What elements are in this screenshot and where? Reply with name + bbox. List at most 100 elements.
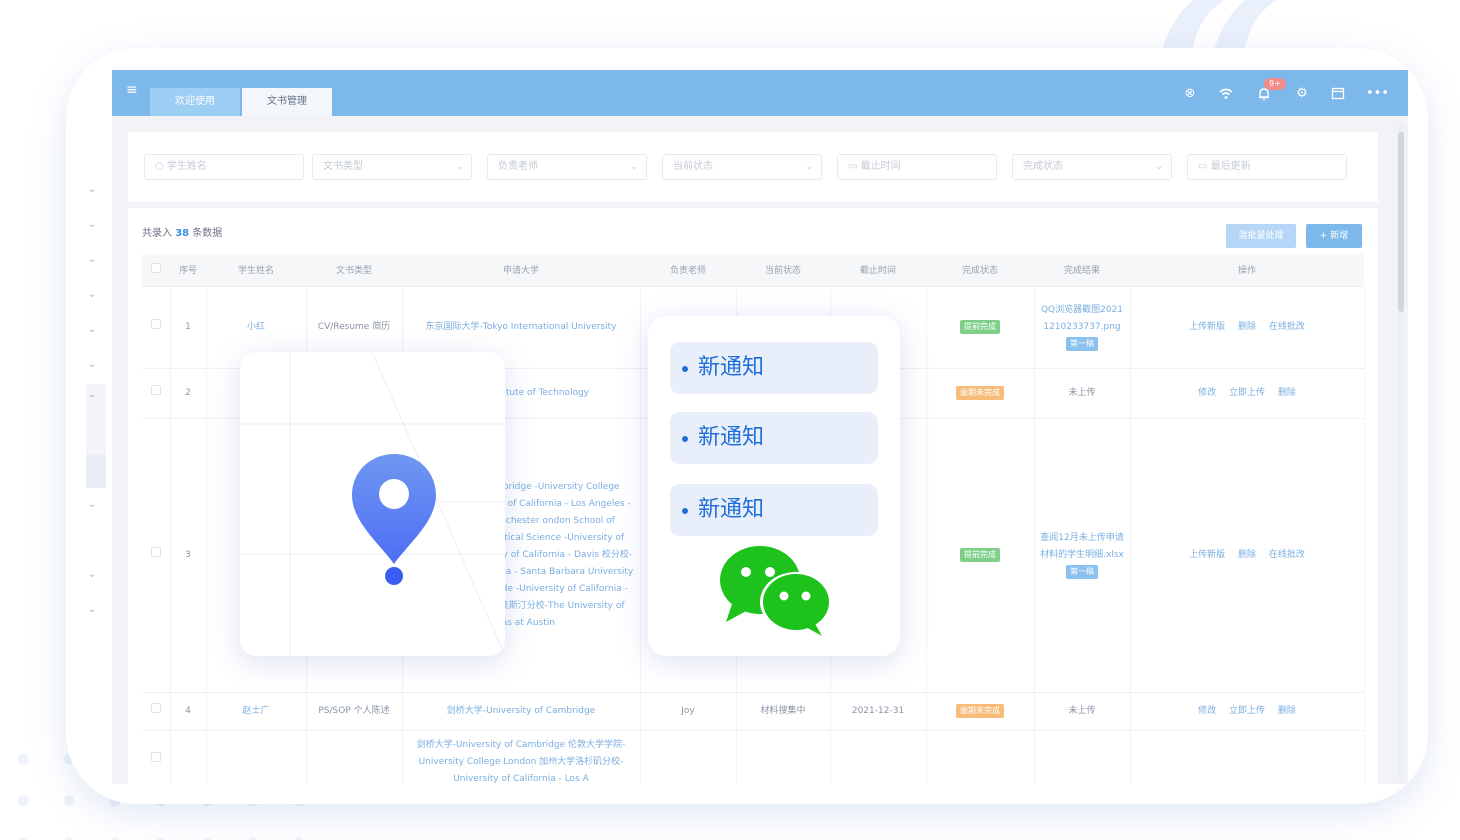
upload-now-link[interactable]: 立即上传 [1229,706,1265,716]
notification-item[interactable]: 新通知 [670,412,878,464]
status-badge: 提前完成 [960,547,1000,562]
chevron-down-icon[interactable]: ⌄ [86,604,98,616]
map-illustration [240,352,505,656]
location-card [240,352,505,656]
column-header[interactable]: 截止时间 [830,254,926,287]
chevron-down-icon[interactable]: ⌄ [86,359,98,371]
row-checkbox[interactable] [150,751,161,762]
column-header[interactable]: 学生姓名 [206,254,306,287]
online-review-link[interactable]: 在线批改 [1269,550,1305,560]
column-header[interactable]: 完成状态 [926,254,1034,287]
doc-type: PS/SOP 个人陈述 [306,692,403,731]
select-all-checkbox[interactable] [151,263,161,274]
current-state-select[interactable]: 当前状态 ⌄ [662,154,822,180]
column-header[interactable]: 完成结果 [1034,254,1130,287]
status-badge: 逾期未完成 [956,385,1004,400]
column-header[interactable]: 申请大学 [402,254,640,287]
chevron-down-icon[interactable]: ⌄ [86,184,98,196]
chevron-down-icon[interactable]: ⌄ [86,254,98,266]
doc-type-select[interactable]: 文书类型 ⌄ [312,154,472,180]
student-name[interactable] [206,730,307,784]
deadline-date-picker[interactable]: ▭ 截止时间 [837,154,997,180]
edit-link[interactable]: 修改 [1198,388,1216,398]
last-updated-date-picker[interactable]: ▭ 最后更新 [1187,154,1347,180]
column-header[interactable]: 文书类型 [306,254,402,287]
table-header-row: 序号 学生姓名 文书类型 申请大学 负责老师 当前状态 截止时间 完成状态 完成… [142,254,1364,287]
draft-badge: 第一稿 [1066,564,1098,579]
calendar-icon: ▭ [1198,161,1211,172]
top-bar: ≡ 欢迎使用 文书管理 ⊗ 9+ ⚙ ••• [112,70,1408,116]
row-index [170,730,207,784]
teacher: Joy [640,692,737,731]
record-count: 共录入 38 条数据 [142,228,223,239]
calendar-icon: ▭ [848,161,861,172]
chevron-down-icon[interactable]: ⌄ [86,219,98,231]
chevron-down-icon: ⌄ [455,162,463,172]
teacher-select[interactable]: 负责老师 ⌄ [487,154,647,180]
student-name[interactable]: 赵士广 [206,692,307,731]
upload-new-version-link[interactable]: 上传新版 [1189,550,1225,560]
row-actions: 修改 立即上传 删除 [1130,368,1365,419]
result-file-link[interactable]: 查阅12月未上传申请材料的学生明细.xlsx [1039,530,1126,564]
tab-documents[interactable]: 文书管理 [242,88,332,116]
completion-state-select[interactable]: 完成状态 ⌄ [1012,154,1172,180]
close-circle-icon[interactable]: ⊗ [1182,86,1198,102]
upload-new-version-link[interactable]: 上传新版 [1189,322,1225,332]
delete-link[interactable]: 删除 [1278,706,1296,716]
bullet-icon [682,436,688,442]
chevron-down-icon: ⌄ [805,162,813,172]
doc-type [306,730,403,784]
row-checkbox[interactable] [150,318,161,329]
row-checkbox[interactable] [150,546,161,557]
add-button[interactable]: + 新增 [1306,224,1362,248]
draft-badge: 第一稿 [1066,336,1098,351]
tab-welcome[interactable]: 欢迎使用 [150,88,240,116]
delete-link[interactable]: 删除 [1278,388,1296,398]
batch-process-button[interactable]: 混批量处理 [1226,224,1296,248]
chevron-down-icon[interactable]: ⌄ [86,289,98,301]
university-list: 剑桥大学-University of Cambridge 伦敦大学学院-Univ… [402,730,641,784]
column-header[interactable]: 操作 [1130,254,1364,287]
filter-panel: ○ 学生姓名 文书类型 ⌄ 负责老师 ⌄ 当前状态 ⌄ ▭ 截止时间 完成状态 ⌄ ▭ … [128,132,1378,202]
column-header[interactable]: 当前状态 [736,254,830,287]
status-badge: 逾期未完成 [956,703,1004,718]
notification-item[interactable]: 新通知 [670,484,878,536]
more-icon[interactable]: ••• [1366,86,1389,102]
result-text: 未上传 [1034,692,1131,731]
chevron-down-icon[interactable]: ⌄ [86,569,98,581]
gear-icon[interactable]: ⚙ [1294,86,1310,102]
wifi-icon[interactable] [1218,86,1234,102]
delete-link[interactable]: 删除 [1238,550,1256,560]
upload-now-link[interactable]: 立即上传 [1229,388,1265,398]
result-text: 未上传 [1034,368,1131,419]
chevron-down-icon[interactable]: ⌄ [86,324,98,336]
row-actions: 上传新版 删除 在线批改 [1130,286,1365,369]
calendar-icon[interactable] [1330,86,1346,102]
scrollbar[interactable] [1398,124,1404,780]
delete-link[interactable]: 删除 [1238,322,1256,332]
notification-item[interactable]: 新通知 [670,342,878,394]
result-file-link[interactable]: QQ浏览器截图20211210233737.png [1039,302,1126,336]
menu-icon[interactable]: ≡ [126,83,140,97]
row-checkbox[interactable] [150,702,161,713]
chevron-down-icon[interactable]: ⌄ [86,499,98,511]
column-header[interactable]: 序号 [170,254,206,287]
row-index: 2 [170,368,207,419]
deadline: 2021-12-31 [830,692,927,731]
student-name-search-input[interactable]: ○ 学生姓名 [144,154,304,180]
scrollbar-thumb[interactable] [1398,132,1404,312]
stage: “ ⌄ ⌄ ⌄ ⌄ ⌄ ⌄ ⌃ ⌄ ⌄ ⌄ ≡ 欢迎使用 文书管理 ⊗ 9+ ⚙ [0,0,1460,840]
column-header[interactable]: 负责老师 [640,254,736,287]
location-pin-icon [352,454,436,585]
chevron-up-icon[interactable]: ⌃ [86,394,98,406]
row-checkbox[interactable] [150,384,161,395]
sidebar-active-item[interactable] [86,454,106,488]
university-list: 剑桥大学-University of Cambridge [402,692,641,731]
wechat-icon [720,546,832,636]
notification-card: 新通知 新通知 新通知 [648,316,900,656]
online-review-link[interactable]: 在线批改 [1269,322,1305,332]
row-actions: 修改 立即上传 删除 [1130,692,1365,731]
edit-link[interactable]: 修改 [1198,706,1216,716]
status-badge: 提前完成 [960,319,1000,334]
chevron-down-icon: ⌄ [1155,162,1163,172]
